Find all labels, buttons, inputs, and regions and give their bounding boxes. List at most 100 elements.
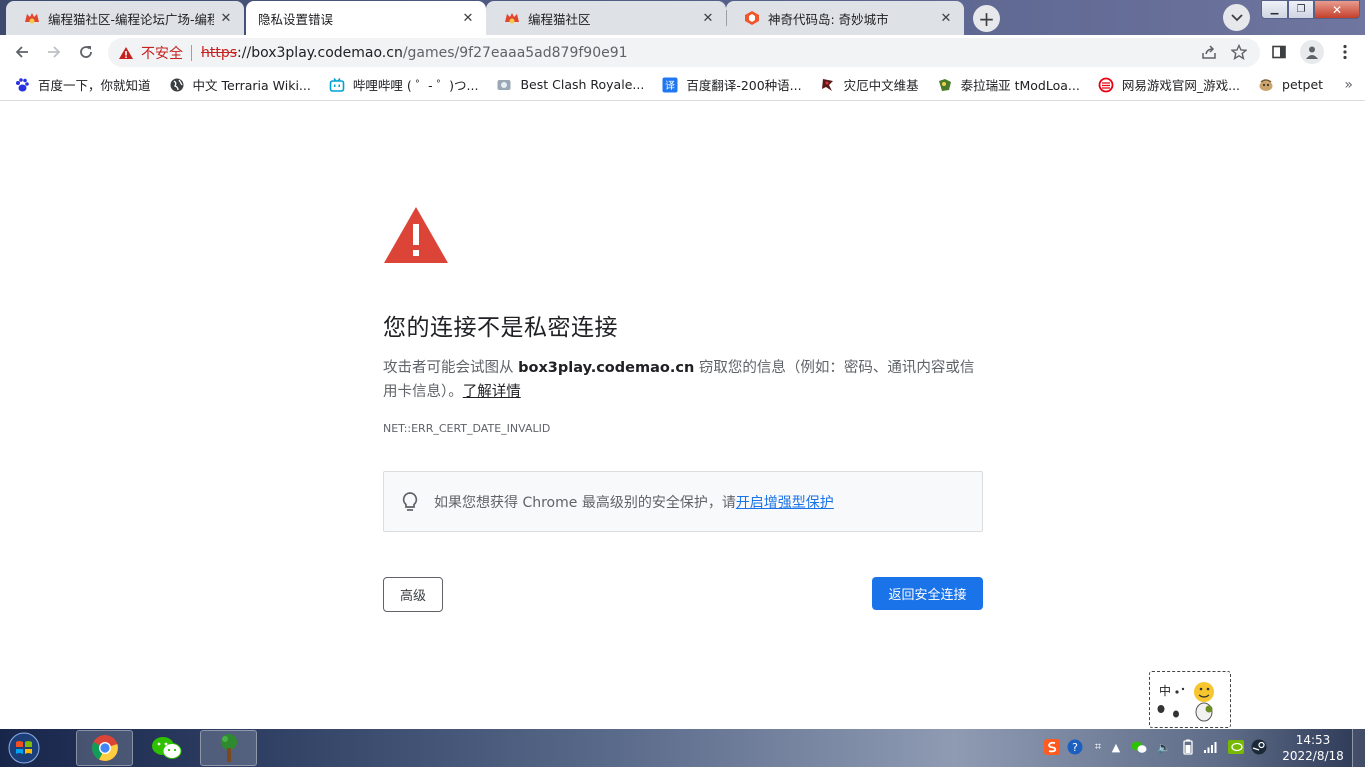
tab-codemao-forum[interactable]: 编程猫社区-编程论坛广场-编程学 ✕	[6, 1, 244, 35]
windows-logo-icon	[8, 732, 40, 764]
baidu-paw-icon	[14, 77, 30, 93]
reload-icon	[80, 46, 92, 58]
bookmark-label: Best Clash Royale...	[520, 77, 645, 92]
learn-more-link[interactable]: 了解详情	[463, 384, 521, 400]
star-icon	[1231, 44, 1247, 60]
bookmark-label: 泰拉瑞亚 tModLoa...	[960, 78, 1080, 93]
tab-search-button[interactable]	[1223, 4, 1250, 31]
bookmark-baidu-translate[interactable]: 译 百度翻译-200种语...	[662, 75, 802, 94]
show-desktop-button[interactable]	[1352, 729, 1365, 767]
page-title: 您的连接不是私密连接	[383, 315, 618, 341]
tab-box3-city[interactable]: 神奇代码岛: 奇妙城市 ✕	[726, 1, 964, 35]
warning-triangle-icon	[119, 46, 133, 59]
translate-icon: 译	[662, 77, 678, 93]
ime-toolbar[interactable]: 中	[1149, 671, 1231, 728]
restore-button[interactable]: ❐	[1288, 0, 1314, 19]
tab-title: 隐私设置错误	[258, 11, 334, 27]
error-explanation: 攻击者可能会试图从 box3play.codemao.cn 窃取您的信息（例如：…	[383, 356, 983, 404]
profile-button[interactable]	[1300, 40, 1324, 64]
taskbar-terraria[interactable]	[200, 730, 257, 766]
bookmark-petpet[interactable]: petpet	[1258, 77, 1323, 93]
security-indicator[interactable]: 不安全	[118, 43, 183, 63]
wechat-tray-icon[interactable]	[1130, 738, 1148, 756]
back-to-safety-button[interactable]: 返回安全连接	[872, 577, 983, 610]
codemao-icon	[24, 10, 40, 26]
close-window-button[interactable]: ✕	[1314, 0, 1360, 19]
tab-codemao-community[interactable]: 编程猫社区 ✕	[486, 1, 726, 35]
arrow-left-icon	[15, 46, 28, 58]
advanced-button[interactable]: 高级	[383, 577, 443, 612]
globe-icon	[169, 77, 185, 93]
bookmark-label: 哔哩哔哩 ( ゜- ゜)つ...	[352, 78, 479, 93]
lightbulb-icon	[402, 491, 418, 511]
bookmark-label: 中文 Terraria Wiki...	[192, 78, 311, 93]
url-scheme: https	[201, 44, 238, 61]
tab-privacy-error[interactable]: 隐私设置错误 ✕	[246, 1, 486, 35]
ime-options-tray-icon[interactable]: ⌗	[1089, 738, 1107, 756]
terraria-icon	[220, 734, 237, 762]
bookmark-baidu[interactable]: 百度一下，你就知道	[14, 75, 151, 94]
netease-icon	[1098, 77, 1114, 93]
bookmark-label: 网易游戏官网_游戏...	[1121, 78, 1241, 93]
calamity-icon	[820, 77, 836, 93]
address-bar[interactable]: 不安全 https ://box3play.codemao.cn /games/…	[108, 38, 1260, 67]
divider	[191, 44, 192, 61]
wechat-icon	[151, 737, 181, 759]
interstitial-content: 您的连接不是私密连接 攻击者可能会试图从 box3play.codemao.cn…	[383, 206, 983, 532]
tab-title: 编程猫社区	[528, 11, 591, 27]
bookmarks-bar: 百度一下，你就知道 中文 Terraria Wiki... 哔哩哔哩 ( ゜- …	[0, 69, 1365, 101]
network-signal-icon[interactable]	[1202, 738, 1220, 756]
nvidia-tray-icon[interactable]	[1227, 738, 1245, 756]
reload-button[interactable]	[72, 38, 100, 66]
bookmark-tmodloader[interactable]: 泰拉瑞亚 tModLoa...	[937, 75, 1080, 94]
system-clock[interactable]: 14:53 2022/8/18	[1280, 732, 1346, 764]
site-host: box3play.codemao.cn	[518, 360, 695, 376]
security-label: 不安全	[141, 45, 183, 62]
error-code: NET::ERR_CERT_DATE_INVALID	[383, 422, 551, 435]
taskbar-chrome[interactable]	[76, 730, 133, 766]
help-tray-icon[interactable]: ?	[1066, 738, 1084, 756]
bookmark-calamity-wiki[interactable]: 灾厄中文维基	[820, 75, 919, 94]
bookmark-star-button[interactable]	[1229, 42, 1249, 62]
back-button[interactable]	[8, 38, 36, 66]
tab-title: 神奇代码岛: 奇妙城市	[768, 11, 889, 27]
arrow-right-icon	[48, 46, 61, 58]
share-button[interactable]	[1199, 42, 1219, 62]
close-tab-icon[interactable]: ✕	[700, 10, 716, 26]
warning-triangle-icon	[384, 207, 448, 263]
svg-text:译: 译	[665, 80, 675, 92]
bookmark-netease-games[interactable]: 网易游戏官网_游戏...	[1098, 75, 1240, 94]
clash-royale-icon	[496, 77, 512, 93]
show-hidden-icons-icon[interactable]: ▲	[1107, 738, 1125, 756]
tmodloader-icon	[937, 77, 953, 93]
bookmark-bilibili[interactable]: 哔哩哔哩 ( ゜- ゜)つ...	[329, 75, 479, 94]
enhanced-protection-link[interactable]: 开启增强型保护	[736, 492, 834, 512]
url-host: ://box3play.codemao.cn	[237, 44, 403, 61]
bookmark-terraria-wiki[interactable]: 中文 Terraria Wiki...	[169, 75, 311, 94]
minimize-button[interactable]: ▁	[1261, 0, 1288, 19]
start-button[interactable]	[4, 731, 44, 765]
close-tab-icon[interactable]: ✕	[938, 10, 954, 26]
windows-taskbar: ? ⌗ ▲ 🔈 14:53 2022/8/18	[0, 729, 1365, 767]
avatar-icon	[1306, 46, 1318, 59]
explain-text: 攻击者可能会试图从	[383, 360, 519, 376]
more-bookmarks-icon[interactable]: »	[1344, 77, 1353, 93]
sogou-ime-tray-icon[interactable]	[1043, 738, 1061, 756]
battery-icon[interactable]	[1179, 738, 1197, 756]
new-tab-button[interactable]: +	[973, 5, 1000, 32]
volume-icon[interactable]: 🔈	[1155, 738, 1173, 756]
bookmark-label: 灾厄中文维基	[843, 78, 919, 93]
side-panel-icon	[1272, 45, 1286, 59]
tab-title: 编程猫社区-编程论坛广场-编程学	[48, 11, 214, 27]
side-panel-button[interactable]	[1269, 42, 1289, 62]
petpet-icon	[1258, 77, 1274, 93]
tab-strip: 编程猫社区-编程论坛广场-编程学 ✕ 隐私设置错误 ✕ 编程猫社区 ✕ 神奇代码…	[0, 0, 1365, 35]
menu-button[interactable]	[1335, 42, 1355, 62]
taskbar-wechat[interactable]	[138, 730, 195, 766]
chevron-down-icon	[1230, 13, 1243, 21]
forward-button[interactable]	[40, 38, 68, 66]
steam-tray-icon[interactable]	[1250, 738, 1268, 756]
close-tab-icon[interactable]: ✕	[218, 10, 234, 26]
bookmark-clash-royale[interactable]: Best Clash Royale...	[496, 77, 644, 93]
close-tab-icon[interactable]: ✕	[460, 10, 476, 26]
